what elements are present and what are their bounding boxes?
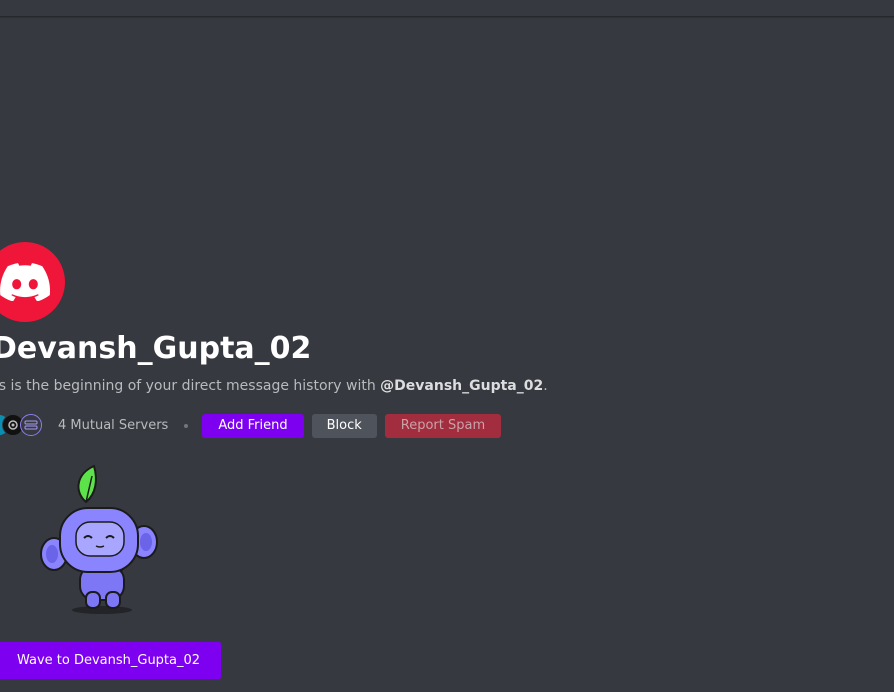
user-avatar[interactable] bbox=[0, 242, 65, 322]
add-friend-button[interactable]: Add Friend bbox=[202, 413, 304, 438]
intro-handle: @Devansh_Gupta_02 bbox=[380, 378, 544, 394]
intro-prefix: his is the beginning of your direct mess… bbox=[0, 378, 381, 394]
wumpus-waving-illustration bbox=[40, 464, 158, 614]
dm-intro-text: his is the beginning of your direct mess… bbox=[0, 378, 548, 394]
header-divider bbox=[0, 17, 894, 18]
wave-button[interactable]: Wave to Devansh_Gupta_02 bbox=[0, 642, 221, 679]
discord-logo-icon bbox=[0, 263, 50, 301]
mutual-servers-label[interactable]: 4 Mutual Servers bbox=[58, 418, 168, 433]
separator-dot bbox=[184, 423, 189, 428]
mutual-server-icons[interactable] bbox=[0, 413, 52, 438]
block-button[interactable]: Block bbox=[311, 413, 377, 438]
server-icon-purple bbox=[20, 414, 42, 436]
mutual-servers-row: 4 Mutual Servers Add Friend Block Report… bbox=[0, 413, 509, 438]
intro-suffix: . bbox=[543, 378, 548, 394]
channel-header-bar bbox=[0, 0, 894, 17]
profile-username: Devansh_Gupta_02 bbox=[0, 331, 312, 366]
report-spam-button[interactable]: Report Spam bbox=[384, 413, 502, 438]
